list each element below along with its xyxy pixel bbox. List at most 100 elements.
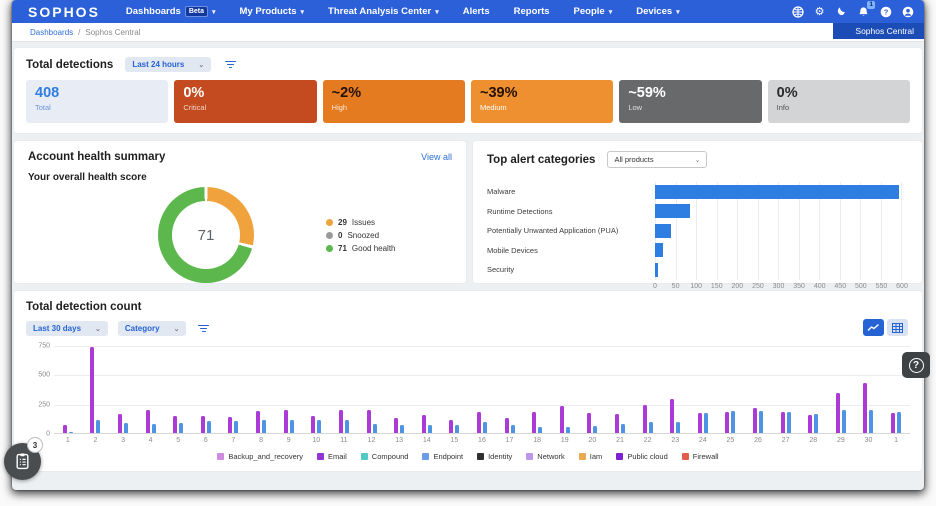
- top-alerts-bar-chart: MalwareRuntime DetectionsPotentially Unw…: [487, 182, 908, 295]
- total-detections-title: Total detections: [26, 59, 113, 71]
- filter-icon[interactable]: [223, 59, 238, 71]
- x-axis-label: 4: [137, 437, 165, 444]
- notification-count-badge: 1: [867, 1, 875, 9]
- x-axis-tick: 150: [711, 283, 723, 290]
- legend-swatch-icon: [616, 453, 623, 460]
- legend-label: Endpoint: [433, 452, 463, 461]
- sync-globe-icon[interactable]: [791, 5, 804, 18]
- legend-item: Firewall: [682, 452, 719, 461]
- nav-item-threat-analysis-center[interactable]: Threat Analysis Center▾: [328, 6, 439, 17]
- bar-email: [228, 417, 232, 433]
- bar-email: [615, 414, 619, 433]
- bar-group: [275, 346, 303, 433]
- alert-category-row: Malware: [487, 182, 908, 202]
- alert-category-bar: [655, 185, 899, 199]
- severity-card-info: 0%Info: [768, 80, 910, 123]
- x-axis-label: 1: [882, 437, 910, 444]
- days-range-select[interactable]: Last 30 days ⌄: [26, 321, 108, 336]
- settings-gear-icon[interactable]: ⚙: [813, 5, 826, 18]
- bar-email: [643, 405, 647, 433]
- x-axis-label: 18: [523, 437, 551, 444]
- bar-group: [137, 346, 165, 433]
- account-icon[interactable]: [901, 5, 914, 18]
- x-axis-label: 19: [551, 437, 579, 444]
- legend-swatch-icon: [526, 453, 533, 460]
- help-fab-button[interactable]: ?: [902, 352, 930, 378]
- health-score-donut: 71: [158, 187, 254, 283]
- chevron-down-icon: ⌄: [95, 325, 101, 333]
- health-legend-item: 71Good health: [326, 244, 396, 253]
- chevron-down-icon: ▾: [609, 8, 613, 16]
- bar-endpoint: [731, 411, 735, 433]
- legend-swatch-icon: [317, 453, 324, 460]
- alert-category-row: Mobile Devices: [487, 241, 908, 261]
- chevron-down-icon: ⌄: [695, 156, 701, 164]
- bar-endpoint: [897, 412, 901, 433]
- health-legend-item: 29Issues: [326, 218, 396, 227]
- breadcrumb-dashboards-link[interactable]: Dashboards: [30, 28, 73, 37]
- nav-item-dashboards[interactable]: DashboardsBeta▾: [126, 6, 216, 17]
- severity-value: ~59%: [628, 85, 752, 102]
- bar-group: [661, 346, 689, 433]
- nav-icon-group: ⚙ 1 ?: [791, 5, 914, 18]
- nav-item-devices[interactable]: Devices ▾: [636, 6, 679, 17]
- notifications-bell-icon[interactable]: 1: [857, 5, 870, 18]
- table-view-button[interactable]: [887, 319, 908, 336]
- x-axis-label: 8: [247, 437, 275, 444]
- x-axis-tick: 400: [814, 283, 826, 290]
- bar-group: [606, 346, 634, 433]
- alert-category-bar: [655, 224, 671, 238]
- product-filter-select[interactable]: All products ⌄: [607, 151, 707, 168]
- severity-label: Medium: [480, 103, 604, 112]
- chart-view-button[interactable]: [863, 319, 884, 336]
- legend-item: Email: [317, 452, 347, 461]
- bar-group: [496, 346, 524, 433]
- severity-label: High: [332, 103, 456, 112]
- chevron-down-icon: ⌄: [174, 325, 180, 333]
- severity-value: 0%: [777, 85, 901, 102]
- top-alerts-title: Top alert categories: [487, 154, 595, 166]
- alert-category-bar: [655, 204, 690, 218]
- dashboard-content: Total detections Last 24 hours ⌄ 408Tota…: [12, 42, 924, 471]
- bar-group: [385, 346, 413, 433]
- nav-item-alerts[interactable]: Alerts: [463, 6, 490, 17]
- chart-legend: Backup_and_recoveryEmailCompoundEndpoint…: [26, 452, 910, 461]
- bar-email: [698, 413, 702, 433]
- dark-mode-moon-icon[interactable]: [835, 5, 848, 18]
- chevron-down-icon: ▾: [676, 8, 680, 16]
- view-all-link[interactable]: View all: [421, 152, 452, 162]
- bar-email: [311, 416, 315, 433]
- nav-item-label: My Products: [240, 6, 297, 17]
- alert-category-label: Security: [487, 265, 655, 274]
- bar-email: [367, 410, 371, 433]
- nav-item-my-products[interactable]: My Products▾: [240, 6, 305, 17]
- x-axis-label: 7: [220, 437, 248, 444]
- bar-group: [772, 346, 800, 433]
- legend-label: Identity: [488, 452, 512, 461]
- bar-email: [560, 406, 564, 433]
- x-axis-label: 28: [799, 437, 827, 444]
- bar-group: [579, 346, 607, 433]
- x-axis-label: 26: [744, 437, 772, 444]
- alert-category-bar: [655, 243, 663, 257]
- sophos-logo[interactable]: SOPHOS: [28, 4, 100, 20]
- bar-group: [717, 346, 745, 433]
- chevron-down-icon: ▾: [435, 8, 439, 16]
- nav-item-people[interactable]: People▾: [574, 6, 613, 17]
- account-health-title: Account health summary: [28, 151, 165, 163]
- health-score-value: 71: [172, 201, 240, 269]
- severity-value: ~39%: [480, 85, 604, 102]
- nav-item-reports[interactable]: Reports: [514, 6, 550, 17]
- bar-endpoint: [69, 432, 73, 433]
- bar-email: [753, 408, 757, 433]
- filter-icon[interactable]: [196, 323, 211, 335]
- nav-item-label: Devices: [636, 6, 672, 17]
- time-range-select[interactable]: Last 24 hours ⌄: [125, 57, 211, 72]
- chevron-down-icon: ⌄: [198, 61, 204, 69]
- x-axis-label: 12: [358, 437, 386, 444]
- x-axis-label: 1: [54, 437, 82, 444]
- health-score-subtitle: Your overall health score: [28, 172, 452, 183]
- help-icon[interactable]: ?: [879, 5, 892, 18]
- group-by-select[interactable]: Category ⌄: [118, 321, 187, 336]
- health-legend: 29Issues0Snoozed71Good health: [326, 218, 396, 253]
